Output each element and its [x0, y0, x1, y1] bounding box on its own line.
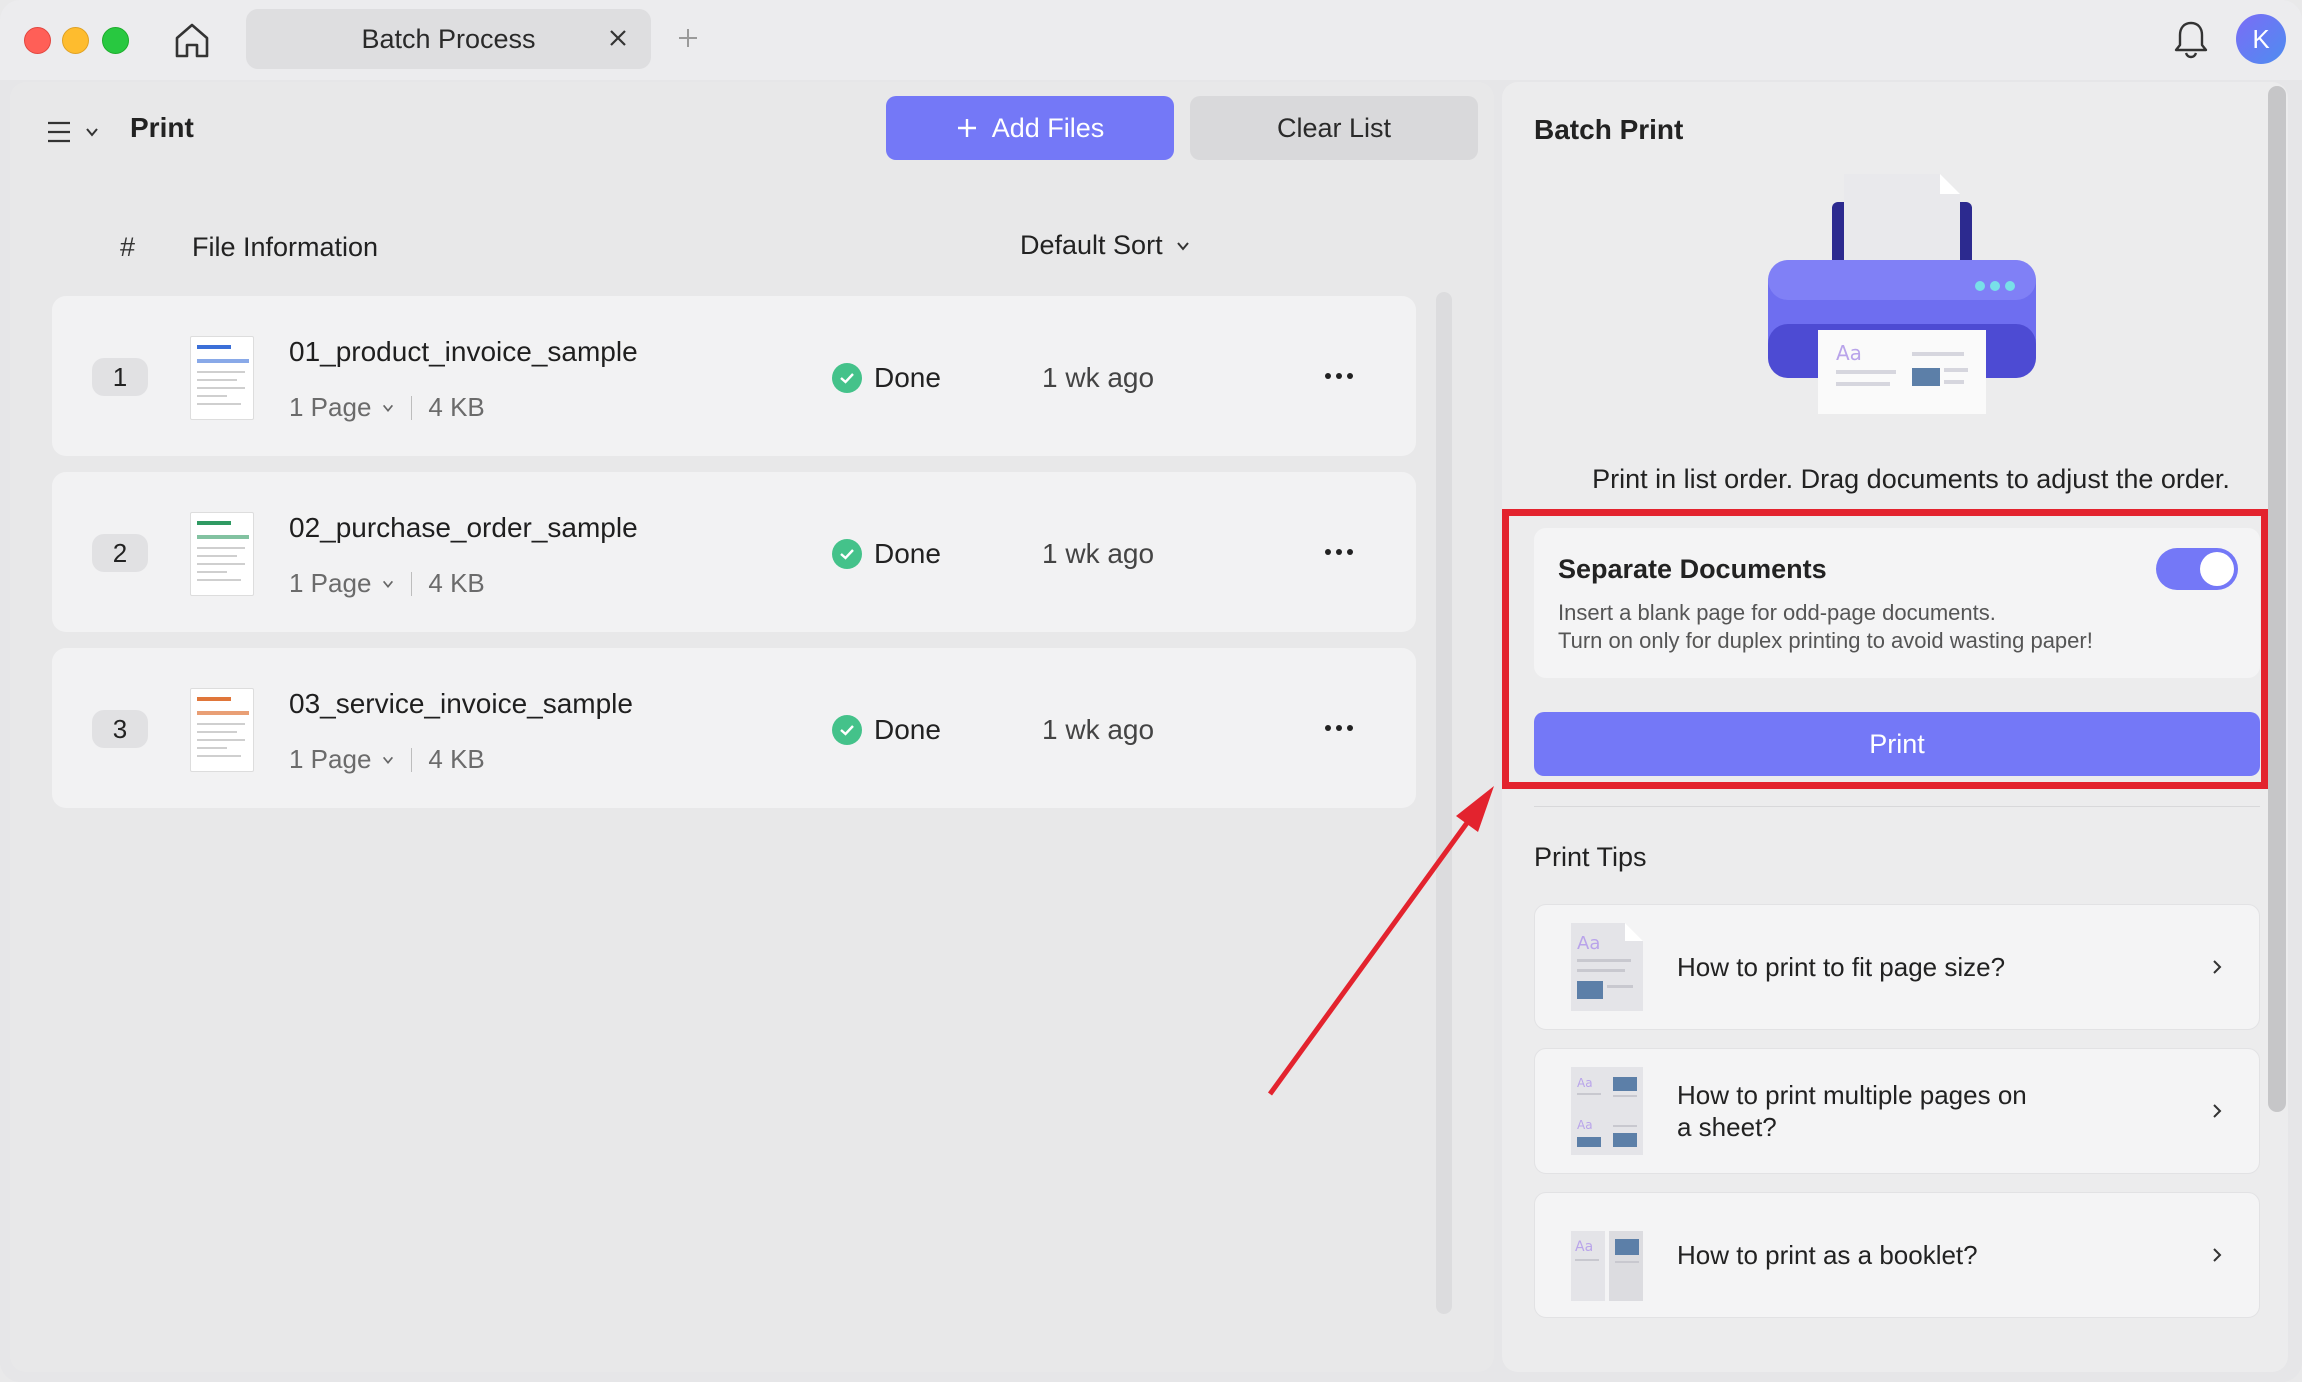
file-thumbnail	[190, 688, 254, 772]
check-circle-icon	[832, 363, 862, 393]
file-thumbnail	[190, 512, 254, 596]
column-header-number: #	[120, 232, 136, 262]
file-name: 03_service_invoice_sample	[289, 688, 633, 719]
tab-batch-process[interactable]: Batch Process	[246, 9, 651, 69]
tip-fit-page-size[interactable]: Aa How to print to fit page size?	[1534, 904, 2260, 1030]
document-thumbnail-icon: Aa	[1571, 923, 1643, 1011]
column-header-file-information: File Information	[192, 232, 379, 262]
app-window: Batch Process K Print Add Files Clear Li…	[0, 0, 2302, 1382]
file-name: 02_purchase_order_sample	[289, 512, 638, 543]
chevron-down-icon[interactable]	[381, 577, 395, 591]
file-list-pane: Print Add Files Clear List # File Inform…	[10, 82, 1494, 1372]
file-row[interactable]: 2 02_purchase_order_sample 1 Page 4 KB D…	[52, 472, 1416, 632]
right-pane-scrollbar[interactable]	[2268, 86, 2286, 1112]
title-bar: Batch Process K	[0, 0, 2302, 80]
check-circle-icon	[832, 539, 862, 569]
status-text: Done	[874, 538, 941, 569]
clear-list-button[interactable]: Clear List	[1190, 96, 1478, 160]
file-meta: 1 Page 4 KB	[289, 568, 485, 599]
add-files-button[interactable]: Add Files	[886, 96, 1174, 160]
status-badge: Done	[832, 714, 941, 746]
chevron-down-icon	[1176, 241, 1189, 251]
chevron-down-icon	[86, 128, 98, 137]
check-circle-icon	[832, 715, 862, 745]
modified-time: 1 wk ago	[1042, 538, 1155, 569]
file-meta: 1 Page 4 KB	[289, 392, 485, 423]
svg-text:Aa: Aa	[1836, 341, 1862, 365]
page-count-dropdown[interactable]: 1 Page	[289, 744, 371, 775]
page-count-dropdown[interactable]: 1 Page	[289, 568, 371, 599]
print-order-description: Print in list order. Drag documents to a…	[1592, 464, 2230, 494]
page-count-dropdown[interactable]: 1 Page	[289, 392, 371, 423]
row-number: 3	[92, 710, 148, 748]
batch-print-title: Batch Print	[1534, 114, 1684, 145]
sort-label: Default Sort	[1020, 230, 1163, 260]
chevron-right-icon	[2205, 1241, 2229, 1269]
avatar-initial: K	[2252, 23, 2270, 54]
file-list-scrollbar[interactable]	[1436, 292, 1452, 1314]
file-row[interactable]: 1 01_product_invoice_sample 1 Page 4 KB …	[52, 296, 1416, 456]
status-badge: Done	[832, 538, 941, 570]
file-size: 4 KB	[428, 392, 485, 422]
tip-text: How to print to fit page size?	[1677, 952, 2006, 982]
file-thumbnail	[190, 336, 254, 420]
close-window-button[interactable]	[24, 27, 51, 54]
more-options-icon[interactable]	[1316, 532, 1362, 572]
svg-text:Aa: Aa	[1577, 1076, 1593, 1090]
row-number: 2	[92, 534, 148, 572]
tip-multiple-pages-per-sheet[interactable]: Aa Aa How to print multiple pages on a s…	[1534, 1048, 2260, 1174]
modified-time: 1 wk ago	[1042, 362, 1155, 393]
page-title: Print	[130, 112, 194, 143]
more-options-icon[interactable]	[1316, 356, 1362, 396]
user-avatar[interactable]: K	[2236, 14, 2286, 64]
annotation-highlight-box	[1502, 509, 2268, 789]
notification-bell-icon[interactable]	[2170, 18, 2212, 60]
plus-icon	[957, 119, 976, 137]
file-meta: 1 Page 4 KB	[289, 744, 485, 775]
tab-title: Batch Process	[361, 23, 536, 54]
svg-text:Aa: Aa	[1575, 1239, 1593, 1255]
clear-list-label: Clear List	[1276, 112, 1392, 143]
new-tab-icon[interactable]	[672, 22, 704, 54]
row-number: 1	[92, 358, 148, 396]
add-files-label: Add Files	[991, 112, 1105, 143]
tip-text: How to print multiple pages on a sheet?	[1677, 1080, 2027, 1142]
modified-time: 1 wk ago	[1042, 714, 1155, 745]
hamburger-icon	[48, 121, 70, 143]
multi-page-thumbnail-icon: Aa Aa	[1571, 1067, 1643, 1155]
divider	[1534, 806, 2260, 807]
chevron-down-icon[interactable]	[381, 753, 395, 767]
close-tab-icon[interactable]	[603, 23, 633, 53]
file-size: 4 KB	[428, 744, 485, 774]
home-icon[interactable]	[170, 18, 214, 62]
tip-text: How to print as a booklet?	[1677, 1240, 1978, 1270]
file-row[interactable]: 3 03_service_invoice_sample 1 Page 4 KB …	[52, 648, 1416, 808]
maximize-window-button[interactable]	[102, 27, 129, 54]
minimize-window-button[interactable]	[62, 27, 89, 54]
chevron-right-icon	[2205, 953, 2229, 981]
printer-illustration: Aa	[1768, 174, 2036, 414]
file-size: 4 KB	[428, 568, 485, 598]
status-text: Done	[874, 362, 941, 393]
print-tips-title: Print Tips	[1534, 842, 1647, 872]
status-badge: Done	[832, 362, 941, 394]
tip-booklet[interactable]: Aa How to print as a booklet?	[1534, 1192, 2260, 1318]
status-text: Done	[874, 714, 941, 745]
svg-text:Aa: Aa	[1577, 1118, 1593, 1132]
file-name: 01_product_invoice_sample	[289, 336, 638, 367]
more-options-icon[interactable]	[1316, 708, 1362, 748]
chevron-right-icon	[2205, 1097, 2229, 1125]
sort-dropdown[interactable]: Default Sort	[1020, 230, 1191, 261]
chevron-down-icon[interactable]	[381, 401, 395, 415]
menu-button[interactable]	[46, 110, 116, 154]
booklet-thumbnail-icon: Aa	[1571, 1231, 1643, 1301]
svg-text:Aa: Aa	[1577, 933, 1600, 954]
